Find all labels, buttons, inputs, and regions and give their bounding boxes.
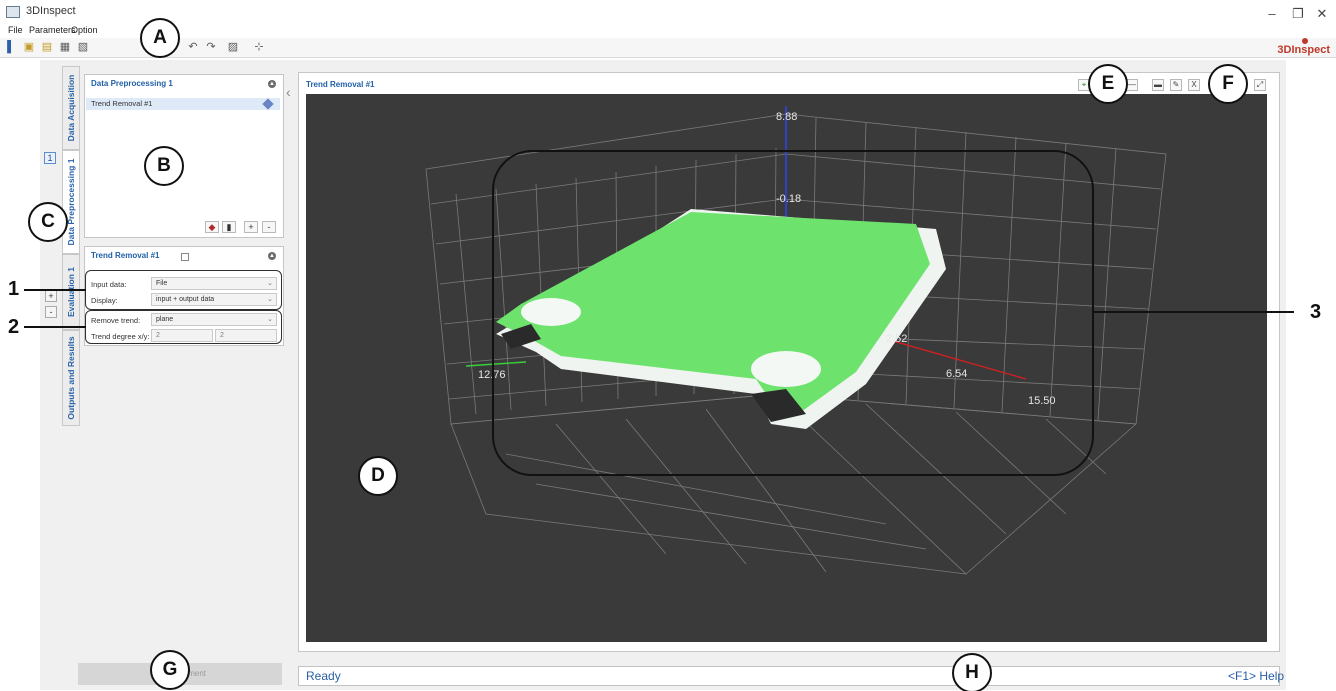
status-bar	[298, 666, 1280, 686]
tab-data-preprocessing[interactable]: Data Preprocessing 1	[62, 150, 80, 254]
title-bar	[0, 0, 1336, 24]
settings-icon[interactable]: ⊹	[252, 40, 266, 54]
page-number[interactable]: 1	[44, 152, 56, 164]
window-title: 3DInspect	[26, 5, 76, 17]
collapse-up-icon[interactable]: ▲	[268, 80, 276, 88]
trend-removal-title: Trend Removal #1	[91, 251, 160, 260]
vertical-tabs: Data Acquisition Data Preprocessing 1 Ev…	[62, 66, 80, 426]
menu-file[interactable]: File	[8, 25, 23, 35]
scale-bar-icon[interactable]: ▬	[1152, 79, 1164, 91]
callout-h: H	[952, 653, 992, 691]
status-text: Ready	[306, 669, 341, 683]
app-icon	[6, 6, 20, 18]
save-as-icon[interactable]: ▧	[76, 40, 90, 54]
pipette-icon[interactable]: ✎	[1170, 79, 1182, 91]
row-label-1: 1	[8, 278, 20, 300]
surface-highlight	[492, 150, 1094, 476]
callout-line-3	[1094, 311, 1294, 313]
menu-bar	[0, 24, 1336, 38]
parameter-group-1-highlight	[85, 270, 282, 310]
export-view-icon[interactable]: ⤢	[1254, 79, 1266, 91]
tab-data-acquisition[interactable]: Data Acquisition	[62, 66, 80, 150]
help-link[interactable]: <F1> Help	[1228, 669, 1284, 683]
parameter-group-2-highlight	[85, 310, 282, 344]
menu-parameters[interactable]: Parameters	[29, 25, 76, 35]
add-page-button[interactable]: +	[45, 290, 57, 302]
open-folder-icon[interactable]: ▤	[40, 40, 54, 54]
measure-icon[interactable]: ▌	[4, 40, 18, 54]
undo-icon[interactable]: ↶	[186, 40, 200, 54]
redo-icon[interactable]: ↷	[204, 40, 218, 54]
list-item[interactable]: Trend Removal #1	[86, 98, 280, 110]
add-button[interactable]: +	[244, 221, 258, 233]
callout-line-2	[24, 326, 86, 328]
view-title: Trend Removal #1	[306, 80, 375, 89]
collapse-up-icon-2[interactable]: ▲	[268, 252, 276, 260]
tab-evaluation[interactable]: Evaluation 1	[62, 254, 80, 330]
maximize-button[interactable]: ❐	[1288, 6, 1308, 22]
add-step-icon[interactable]: ◆	[205, 221, 219, 233]
menu-options[interactable]: Option	[71, 25, 98, 35]
remove-page-button[interactable]: -	[45, 306, 57, 318]
open-icon[interactable]: ▣	[22, 40, 36, 54]
collapse-left-icon[interactable]: ‹	[286, 84, 291, 100]
tab-outputs-results[interactable]: Outputs and Results	[62, 330, 80, 426]
preprocessing-title: Data Preprocessing 1	[91, 79, 173, 88]
delete-step-icon[interactable]: ▮	[222, 221, 236, 233]
z-max-label: 8.88	[776, 111, 797, 123]
row-label-3: 3	[1310, 301, 1322, 323]
edit-icon[interactable]	[181, 253, 189, 261]
close-button[interactable]: ✕	[1312, 6, 1332, 22]
callout-e: E	[1088, 64, 1128, 104]
axis-x-icon[interactable]: X	[1188, 79, 1200, 91]
save-icon[interactable]: ▦	[58, 40, 72, 54]
export-icon[interactable]: ▨	[226, 40, 240, 54]
row-label-2: 2	[8, 316, 20, 338]
minimize-button[interactable]: –	[1262, 6, 1282, 21]
callout-a: A	[140, 18, 180, 58]
callout-c: C	[28, 202, 68, 242]
callout-g: G	[150, 650, 190, 690]
application-window: 3DInspect – ❐ ✕ File Parameters Option ▌…	[0, 0, 1336, 691]
brand-logo: 3DInspect	[1277, 44, 1330, 56]
callout-line-1	[24, 289, 86, 291]
callout-f: F	[1208, 64, 1248, 104]
callout-d: D	[358, 456, 398, 496]
toolbar	[0, 38, 1336, 58]
remove-button[interactable]: -	[262, 221, 276, 233]
callout-b: B	[144, 146, 184, 186]
